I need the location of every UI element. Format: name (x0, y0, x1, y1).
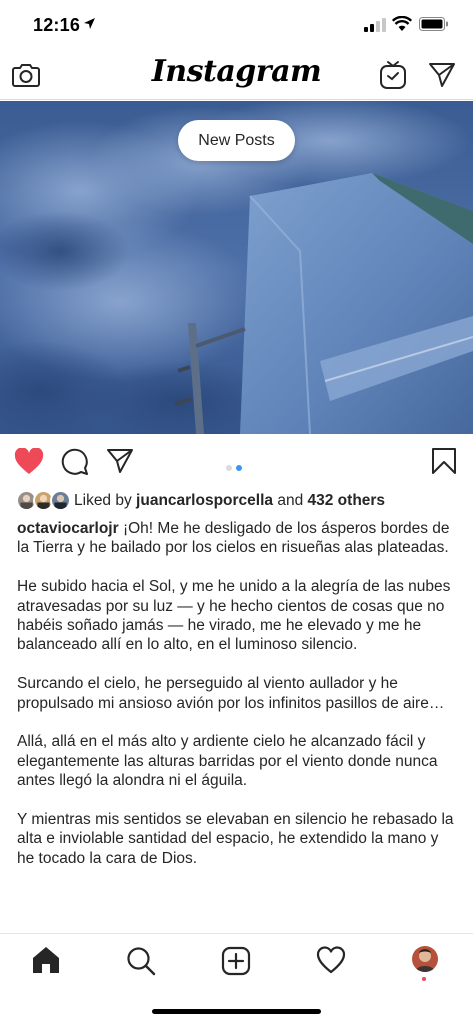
notification-dot (422, 977, 426, 981)
share-icon[interactable] (106, 448, 134, 474)
home-icon[interactable] (31, 946, 61, 974)
location-arrow-icon (84, 18, 95, 29)
caption-username[interactable]: octaviocarlojr (17, 520, 119, 537)
caption-paragraph: octaviocarlojr ¡Oh! Me he desligado de l… (17, 519, 457, 558)
bookmark-icon[interactable] (431, 447, 457, 475)
top-nav: Instagram (0, 52, 473, 100)
carousel-dot-active (236, 465, 242, 471)
post-actions (0, 434, 473, 488)
bottom-tab-bar (0, 933, 473, 1024)
search-icon[interactable] (126, 946, 156, 976)
liked-by-others[interactable]: 432 others (308, 492, 386, 509)
home-indicator[interactable] (152, 1009, 321, 1014)
liked-by-username[interactable]: juancarlosporcella (136, 492, 273, 509)
like-heart-icon[interactable] (14, 448, 44, 475)
liked-by-prefix: Liked by (74, 492, 137, 509)
new-posts-button[interactable]: New Posts (178, 120, 295, 161)
liker-avatars (16, 490, 72, 512)
profile-avatar[interactable] (412, 946, 438, 972)
likes-summary[interactable]: Liked by juancarlosporcella and 432 othe… (16, 490, 461, 512)
status-time: 12:16 (33, 15, 81, 35)
battery-icon (419, 17, 448, 31)
post-photo[interactable]: New Posts (0, 101, 473, 434)
caption-paragraph: Y mientras mis sentidos se elevaban en s… (17, 811, 454, 867)
caption-paragraph: He subido hacia el Sol, y me he unido a … (17, 578, 451, 654)
cellular-signal-icon (364, 18, 386, 32)
wifi-icon (392, 16, 412, 31)
comment-icon[interactable] (61, 448, 89, 476)
liked-by-text: Liked by juancarlosporcella and 432 othe… (74, 492, 385, 510)
direct-message-icon[interactable] (428, 62, 456, 88)
activity-heart-icon[interactable] (316, 946, 346, 974)
caption-paragraph: Surcando el cielo, he perseguido al vien… (17, 675, 445, 712)
post-caption: octaviocarlojr ¡Oh! Me he desligado de l… (17, 519, 457, 888)
new-post-icon[interactable] (221, 946, 251, 976)
liked-by-and: and (273, 492, 308, 509)
igtv-icon[interactable] (379, 60, 407, 90)
carousel-dot (226, 465, 232, 471)
avatar (50, 490, 71, 511)
caption-paragraph: Allá, allá en el más alto y ardiente cie… (17, 733, 438, 790)
carousel-indicator (226, 458, 246, 476)
status-bar: 12:16 (0, 0, 473, 52)
